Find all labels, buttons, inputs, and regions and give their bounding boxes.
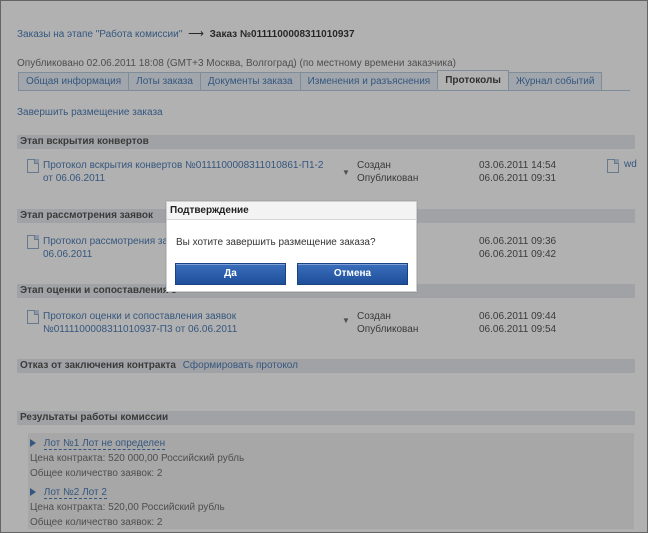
- confirm-yes-button[interactable]: Да: [175, 263, 286, 285]
- dialog-title: Подтверждение: [167, 202, 416, 220]
- dialog-message: Вы хотите завершить размещение заказа?: [176, 237, 376, 248]
- cancel-button[interactable]: Отмена: [297, 263, 408, 285]
- confirmation-dialog: Подтверждение Вы хотите завершить размещ…: [166, 201, 417, 292]
